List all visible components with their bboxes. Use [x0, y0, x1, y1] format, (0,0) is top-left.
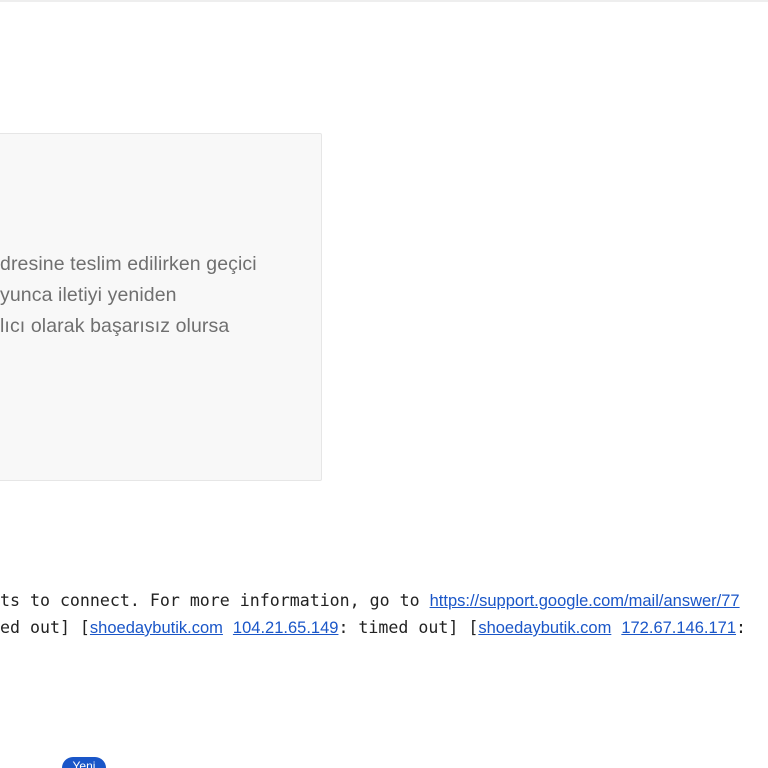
error-log-text: ts to connect. For more information, go … — [0, 591, 430, 610]
notice-line-2: yunca iletiyi yeniden — [0, 284, 177, 306]
error-log-prefix: ed out] [ — [0, 618, 90, 637]
error-log-suffix: : — [736, 618, 747, 637]
new-badge: Yeni — [62, 757, 106, 768]
notice-line-3: lıcı olarak başarısız olursa — [0, 315, 230, 337]
ip-link-2[interactable]: 172.67.146.171 — [621, 619, 736, 637]
error-log-mid: : timed out] [ — [338, 618, 479, 637]
notice-line-1: dresine teslim edilirken geçici — [0, 253, 257, 275]
host-link-1[interactable]: shoedaybutik.com — [90, 619, 223, 637]
top-divider — [0, 0, 768, 2]
error-log-line-2: ed out] [shoedaybutik.com 104.21.65.149: … — [0, 618, 746, 638]
ip-link-1[interactable]: 104.21.65.149 — [233, 619, 339, 637]
host-link-2[interactable]: shoedaybutik.com — [478, 619, 611, 637]
support-link[interactable]: https://support.google.com/mail/answer/7… — [430, 592, 740, 610]
notice-card — [0, 133, 322, 481]
error-log-line-1: ts to connect. For more information, go … — [0, 591, 740, 611]
